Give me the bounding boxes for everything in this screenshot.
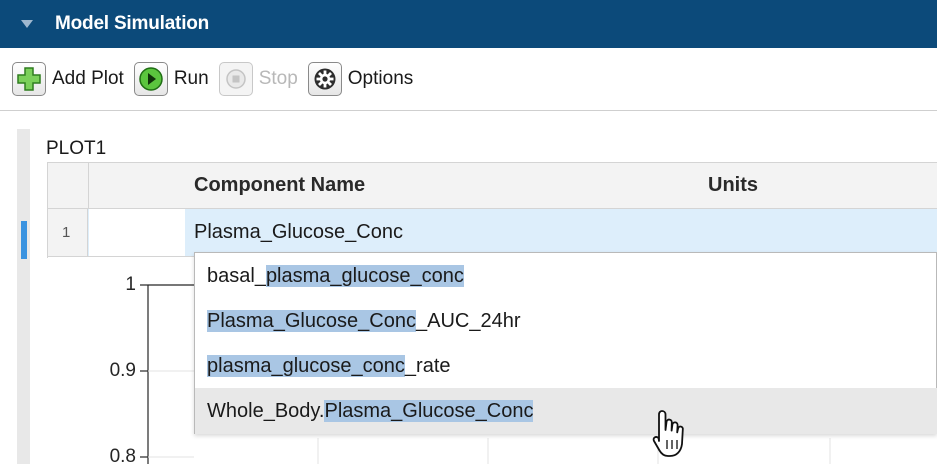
autocomplete-option[interactable]: basal_plasma_glucose_conc <box>195 253 937 299</box>
plot-label: PLOT1 <box>46 138 107 159</box>
component-name-input[interactable]: Plasma_Glucose_Conc <box>194 209 403 256</box>
plot-table: Component Name Units 1 Plasma_Glucose_Co… <box>47 162 937 258</box>
autocomplete-dropdown: basal_plasma_glucose_conc Plasma_Glucose… <box>194 252 937 434</box>
table-row[interactable]: 1 Plasma_Glucose_Conc <box>48 209 937 257</box>
gear-icon <box>307 62 342 96</box>
autocomplete-option[interactable]: plasma_glucose_conc_rate <box>195 343 937 389</box>
add-plot-button[interactable]: Add Plot <box>12 59 128 99</box>
autocomplete-option[interactable]: Plasma_Glucose_Conc_AUC_24hr <box>195 298 937 344</box>
autocomplete-option-hovered[interactable]: Whole_Body.Plasma_Glucose_Conc <box>195 388 937 434</box>
y-tick-label: 1 <box>125 274 136 295</box>
options-button[interactable]: Options <box>307 59 417 99</box>
run-label: Run <box>173 68 209 89</box>
y-tick-label: 0.9 <box>109 360 136 381</box>
column-header-component-name[interactable]: Component Name <box>194 163 365 208</box>
options-label: Options <box>347 68 414 89</box>
run-button[interactable]: Run <box>133 59 213 99</box>
selected-row-indicator <box>21 221 27 259</box>
column-header-units[interactable]: Units <box>708 163 758 208</box>
panel-title: Model Simulation <box>55 13 210 34</box>
add-icon <box>12 62 46 96</box>
run-icon <box>133 62 168 96</box>
table-header: Component Name Units <box>48 163 937 209</box>
stop-icon <box>218 62 253 96</box>
add-plot-label: Add Plot <box>52 68 124 89</box>
hand-pointer-cursor <box>652 410 684 457</box>
row-number: 1 <box>48 209 88 256</box>
stop-label: Stop <box>258 68 298 89</box>
stop-button[interactable]: Stop <box>218 59 302 99</box>
collapse-triangle-icon[interactable] <box>21 20 33 28</box>
panel-header[interactable]: Model Simulation <box>0 0 937 48</box>
y-tick-label: 0.8 <box>109 446 136 467</box>
row-color-cell[interactable] <box>89 209 185 256</box>
toolbar: Add Plot Run Stop Options <box>0 48 937 111</box>
row-indicator-bar <box>17 129 30 464</box>
